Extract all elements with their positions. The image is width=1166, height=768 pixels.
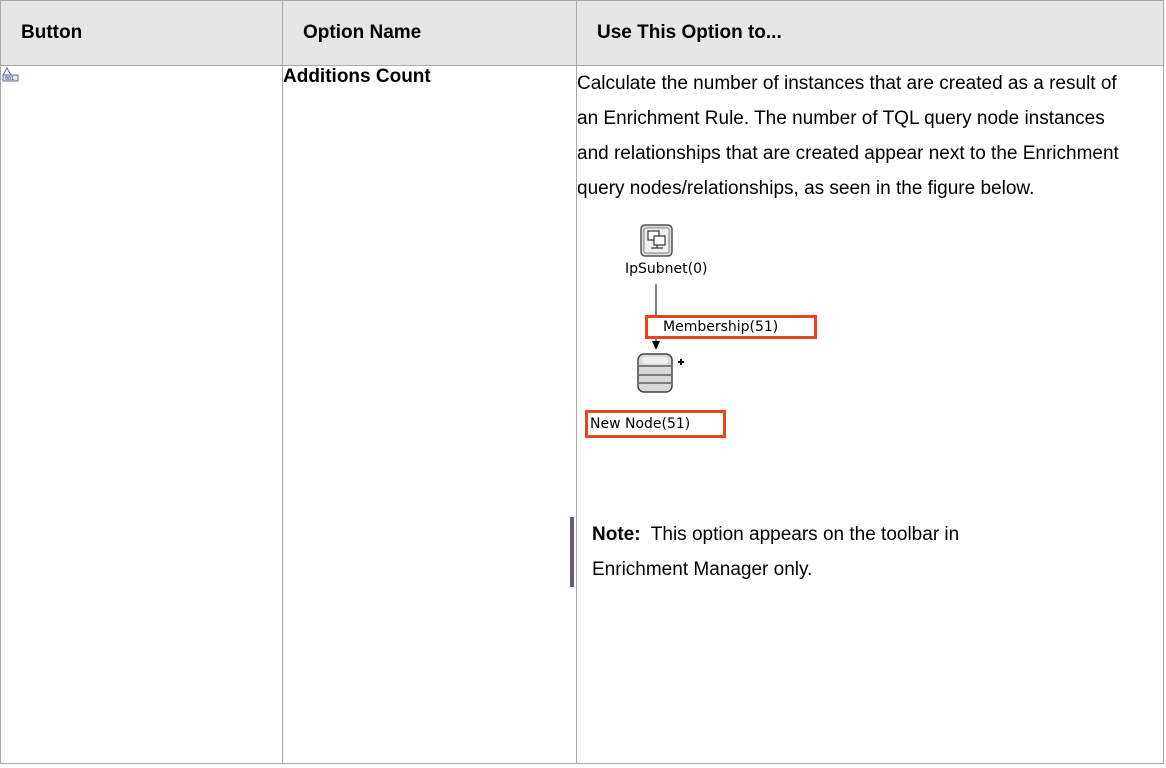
new-node-icon: [637, 353, 673, 393]
description-cell: Calculate the number of instances that a…: [570, 65, 1164, 764]
header-use-this-option: Use This Option to...: [576, 0, 1164, 66]
enrichment-figure: IpSubnet(0) Membership(51) New Node(51): [577, 224, 877, 484]
new-node-label: New Node(51): [590, 416, 691, 432]
membership-label: Membership(51): [663, 319, 779, 335]
table-header-row: Button Option Name Use This Option to...: [0, 0, 1164, 66]
note-text: This option appears on the toolbar in En…: [592, 524, 960, 580]
note-label: Note:: [592, 524, 641, 545]
table-row: 001 Additions Count Calculate the number…: [0, 65, 1164, 764]
ipsubnet-label: IpSubnet(0): [625, 261, 708, 277]
svg-text:001: 001: [5, 76, 14, 82]
option-description: Calculate the number of instances that a…: [577, 73, 1119, 199]
options-table: Button Option Name Use This Option to...…: [0, 0, 1164, 764]
note-callout: Note: This option appears on the toolbar…: [570, 517, 972, 587]
subnet-node-icon: [640, 224, 673, 257]
header-button: Button: [0, 0, 283, 66]
additions-count-icon[interactable]: 001: [1, 66, 19, 82]
option-name-cell: Additions Count: [282, 65, 577, 764]
figure-graphics: [637, 224, 684, 393]
header-option-name: Option Name: [282, 0, 577, 66]
button-cell: 001: [0, 65, 283, 764]
